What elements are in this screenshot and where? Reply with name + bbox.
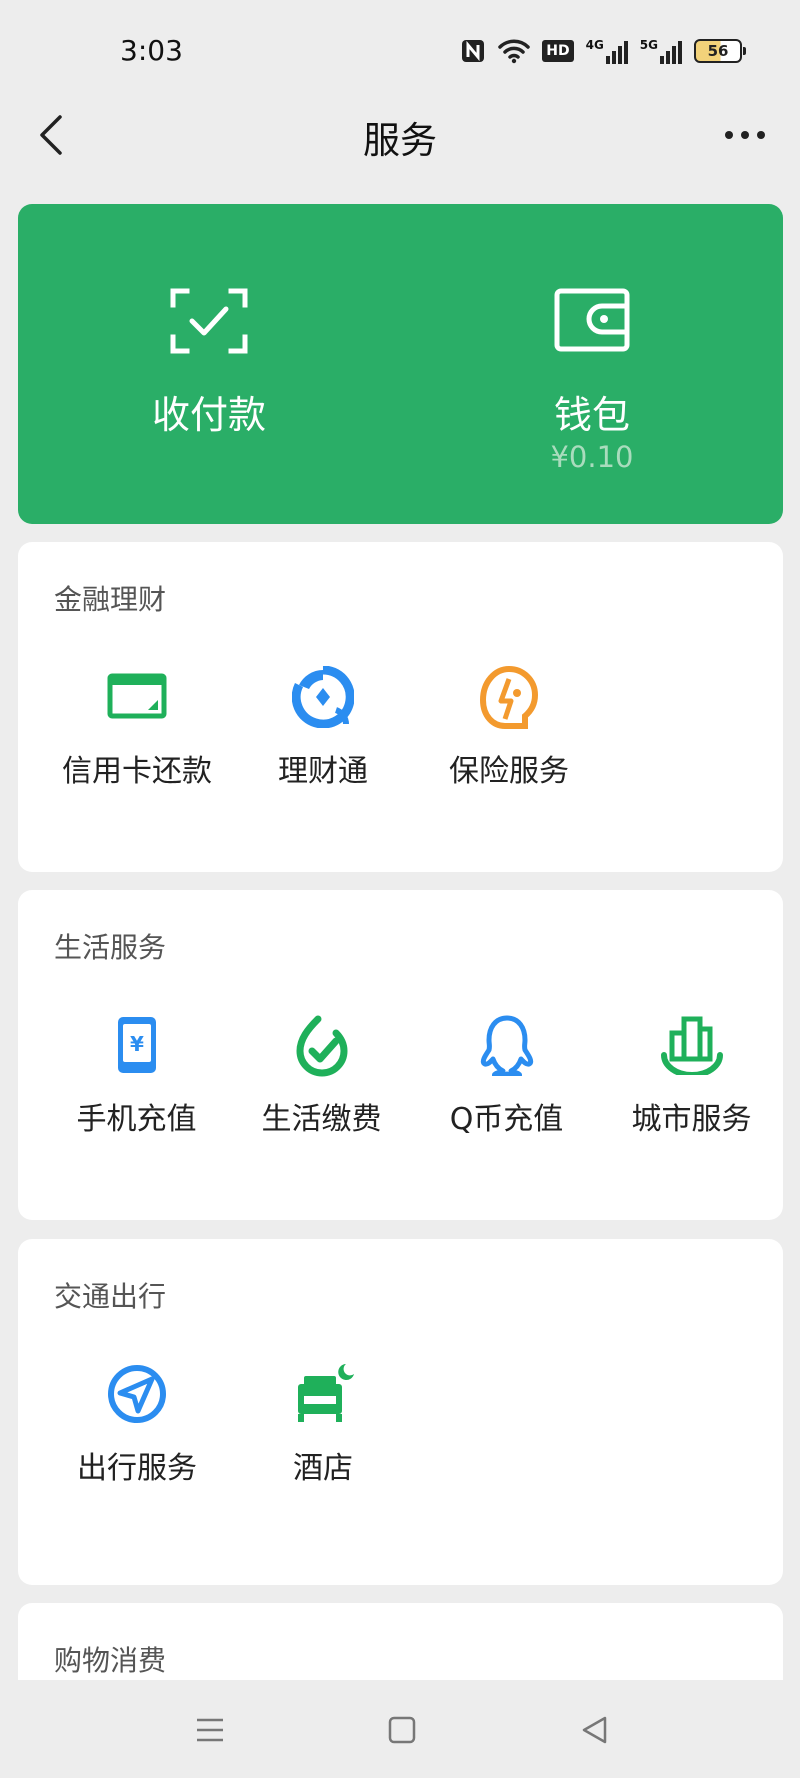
section-title: 交通出行: [54, 1280, 167, 1313]
more-dot-icon: [741, 131, 749, 139]
grid-label: 酒店: [293, 1451, 353, 1486]
travel-service-button[interactable]: 出行服务: [44, 1359, 230, 1499]
scan-check-icon: [170, 288, 248, 358]
battery-icon: 56: [694, 39, 746, 63]
status-time: 3:03: [120, 34, 183, 67]
travel-grid: 出行服务 酒店: [44, 1359, 784, 1499]
grid-label: 理财通: [278, 754, 368, 789]
utility-bill-button[interactable]: 生活缴费: [229, 1010, 414, 1150]
grid-label: Q币充值: [449, 1102, 564, 1137]
city-service-icon: [657, 1010, 727, 1080]
pay-button[interactable]: 收付款: [18, 204, 400, 524]
credit-card-repay-button[interactable]: 信用卡还款: [44, 662, 230, 802]
hotel-icon: [288, 1359, 358, 1429]
wealth-icon: [288, 662, 358, 732]
phone-topup-icon: ¥: [102, 1010, 172, 1080]
signal-5g-icon: 5G: [640, 38, 682, 64]
hd-icon: HD: [542, 40, 574, 62]
grid-label: 保险服务: [449, 754, 569, 789]
qq-coin-button[interactable]: Q币充值: [414, 1010, 599, 1150]
wifi-icon: [498, 39, 530, 64]
section-title: 金融理财: [54, 583, 167, 616]
hero-panel: 收付款 钱包 ¥0.10: [18, 204, 783, 524]
insurance-icon: [474, 662, 544, 732]
wealth-button[interactable]: 理财通: [230, 662, 416, 802]
grid-label: 信用卡还款: [62, 754, 212, 789]
menu-button[interactable]: [188, 1708, 232, 1752]
status-icons: HD 4G 5G 56: [460, 36, 746, 66]
signal-4g-icon: 4G: [586, 38, 628, 64]
nav-back-button[interactable]: [572, 1708, 616, 1752]
section-life: 生活服务 ¥ 手机充值 生活缴费 Q币充值 城市服务: [18, 890, 783, 1220]
section-title: 购物消费: [54, 1644, 167, 1677]
more-button[interactable]: [716, 110, 774, 160]
page-title: 服务: [363, 119, 437, 162]
nfc-icon: [462, 40, 485, 62]
qq-coin-icon: [472, 1010, 542, 1080]
status-bar: 3:03 HD 4G 5G 56: [0, 0, 800, 100]
section-finance: 金融理财 信用卡还款 理财通 保险服务: [18, 542, 783, 872]
finance-grid: 信用卡还款 理财通 保险服务: [44, 662, 784, 802]
section-title: 生活服务: [54, 931, 167, 964]
utility-bill-icon: [287, 1010, 357, 1080]
pay-label: 收付款: [151, 393, 266, 437]
insurance-button[interactable]: 保险服务: [416, 662, 602, 802]
wallet-balance: ¥0.10: [550, 440, 634, 474]
more-dot-icon: [725, 131, 733, 139]
grid-label: 手机充值: [76, 1102, 197, 1137]
nav-bar: 服务: [0, 100, 800, 170]
menu-icon: [197, 1718, 223, 1742]
wallet-icon: [554, 288, 630, 358]
grid-label: 城市服务: [631, 1102, 752, 1137]
system-nav-bar: [0, 1680, 800, 1778]
grid-label: 出行服务: [77, 1451, 197, 1486]
triangle-back-icon: [582, 1716, 607, 1744]
svg-text:¥: ¥: [130, 1032, 144, 1056]
phone-topup-button[interactable]: ¥ 手机充值: [44, 1010, 229, 1150]
city-service-button[interactable]: 城市服务: [599, 1010, 784, 1150]
wallet-label: 钱包: [553, 393, 630, 437]
square-home-icon: [388, 1716, 416, 1744]
home-button[interactable]: [380, 1708, 424, 1752]
hotel-button[interactable]: 酒店: [230, 1359, 416, 1499]
grid-label: 生活缴费: [261, 1102, 382, 1137]
life-grid: ¥ 手机充值 生活缴费 Q币充值 城市服务: [44, 1010, 784, 1150]
more-dot-icon: [757, 131, 765, 139]
credit-card-icon: [102, 662, 172, 732]
section-travel: 交通出行 出行服务 酒店: [18, 1239, 783, 1585]
wallet-button[interactable]: 钱包 ¥0.10: [401, 204, 783, 524]
travel-icon: [102, 1359, 172, 1429]
